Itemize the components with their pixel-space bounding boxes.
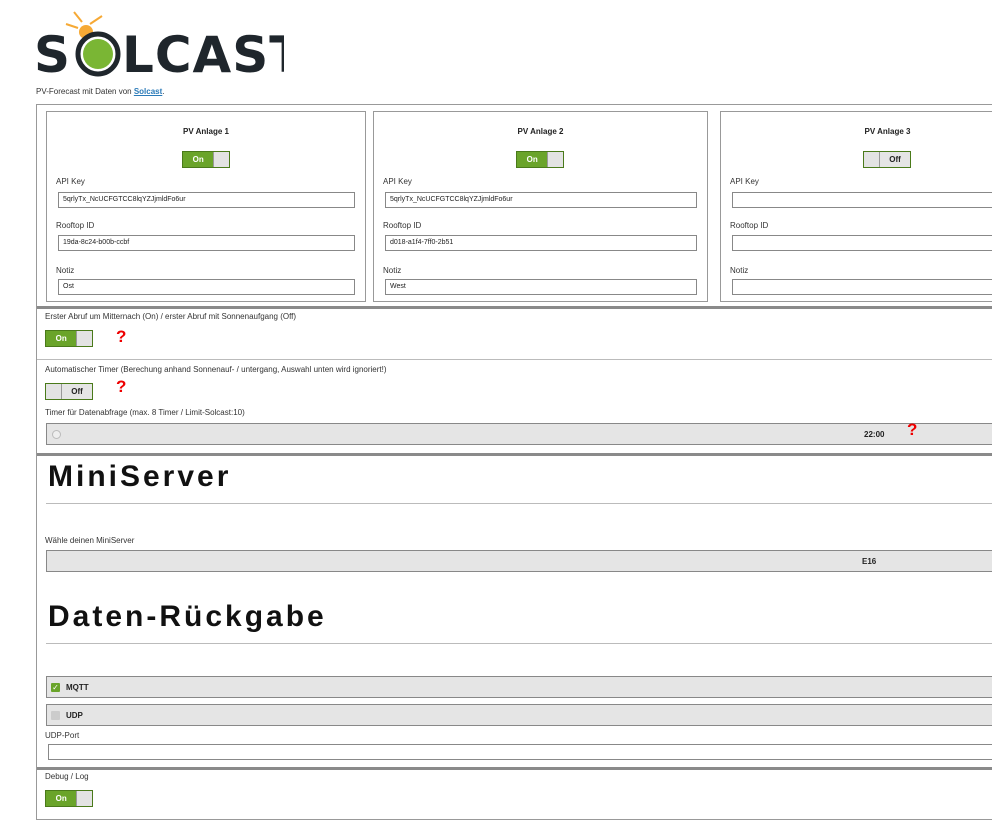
subtitle: PV-Forecast mit Daten von Solcast. [36,87,165,96]
miniserver-select[interactable]: E16 [46,550,992,572]
help-icon[interactable]: ? [116,327,126,347]
auto-timer-toggle[interactable]: Off [45,383,93,400]
card-title: PV Anlage 3 [864,127,911,136]
mqtt-checkbox[interactable]: ✓ MQTT [46,676,992,698]
udp-port-input[interactable] [48,744,992,760]
card-title: PV Anlage 1 [183,127,229,136]
first-call-label: Erster Abruf um Mitternach (On) / erster… [45,312,297,321]
checkbox-icon [51,711,60,720]
pv-plant-card-1: PV Anlage 1 On API Key 5qrlyTx_NcUCFGTCC… [46,111,366,302]
api-key-input[interactable]: 5qrlyTx_NcUCFGTCC8lqYZJjmldFo6ur [385,192,697,208]
note-label: Notiz [730,266,749,275]
help-icon[interactable]: ? [116,377,126,397]
divider [37,767,992,770]
divider [37,306,992,309]
rooftop-input[interactable] [732,235,992,251]
grid-icon [52,430,61,439]
rooftop-label: Rooftop ID [730,221,769,230]
rooftop-label: Rooftop ID [383,221,422,230]
timer-label: Timer für Datenabfrage (max. 8 Timer / L… [45,408,245,417]
pv-plant-card-3: PV Anlage 3 Off API Key Rooftop ID Notiz [720,111,992,302]
divider [46,503,992,504]
plant-2-toggle[interactable]: On [516,151,564,168]
api-key-input[interactable]: 5qrlyTx_NcUCFGTCC8lqYZJjmldFo6ur [58,192,355,208]
api-key-input[interactable] [732,192,992,208]
rooftop-input[interactable]: d018-a1f4-7ff0-2b51 [385,235,697,251]
divider [37,453,992,456]
first-call-toggle[interactable]: On [45,330,93,347]
solcast-link[interactable]: Solcast [134,87,162,96]
svg-text:S: S [34,26,72,78]
card-title: PV Anlage 2 [517,127,564,136]
auto-timer-label: Automatischer Timer (Berechung anhand So… [45,365,387,374]
api-key-label: API Key [56,177,85,186]
help-icon[interactable]: ? [907,420,917,440]
note-input[interactable] [732,279,992,295]
note-input[interactable]: West [385,279,697,295]
api-key-label: API Key [383,177,412,186]
note-label: Notiz [383,266,402,275]
note-label: Notiz [56,266,75,275]
udp-port-label: UDP-Port [45,731,80,740]
miniserver-label: Wähle deinen MiniServer [45,536,135,545]
plant-3-toggle[interactable]: Off [863,151,911,168]
udp-checkbox[interactable]: UDP [46,704,992,726]
divider [46,643,992,644]
timer-select[interactable]: 22:00 [46,423,992,445]
plant-1-toggle[interactable]: On [182,151,230,168]
rooftop-label: Rooftop ID [56,221,95,230]
checkmark-icon: ✓ [51,683,60,692]
divider [37,359,992,360]
data-return-heading: Daten-Rückgabe [48,600,327,633]
solcast-logo: S LCAST [34,10,303,84]
debug-label: Debug / Log [45,772,89,781]
rooftop-input[interactable]: 19da-8c24-b00b-ccbf [58,235,355,251]
miniserver-heading: MiniServer [48,460,232,493]
note-input[interactable]: Ost [58,279,355,295]
svg-text:LCAST: LCAST [122,26,284,78]
debug-toggle[interactable]: On [45,790,93,807]
api-key-label: API Key [730,177,759,186]
pv-plant-card-2: PV Anlage 2 On API Key 5qrlyTx_NcUCFGTCC… [373,111,708,302]
